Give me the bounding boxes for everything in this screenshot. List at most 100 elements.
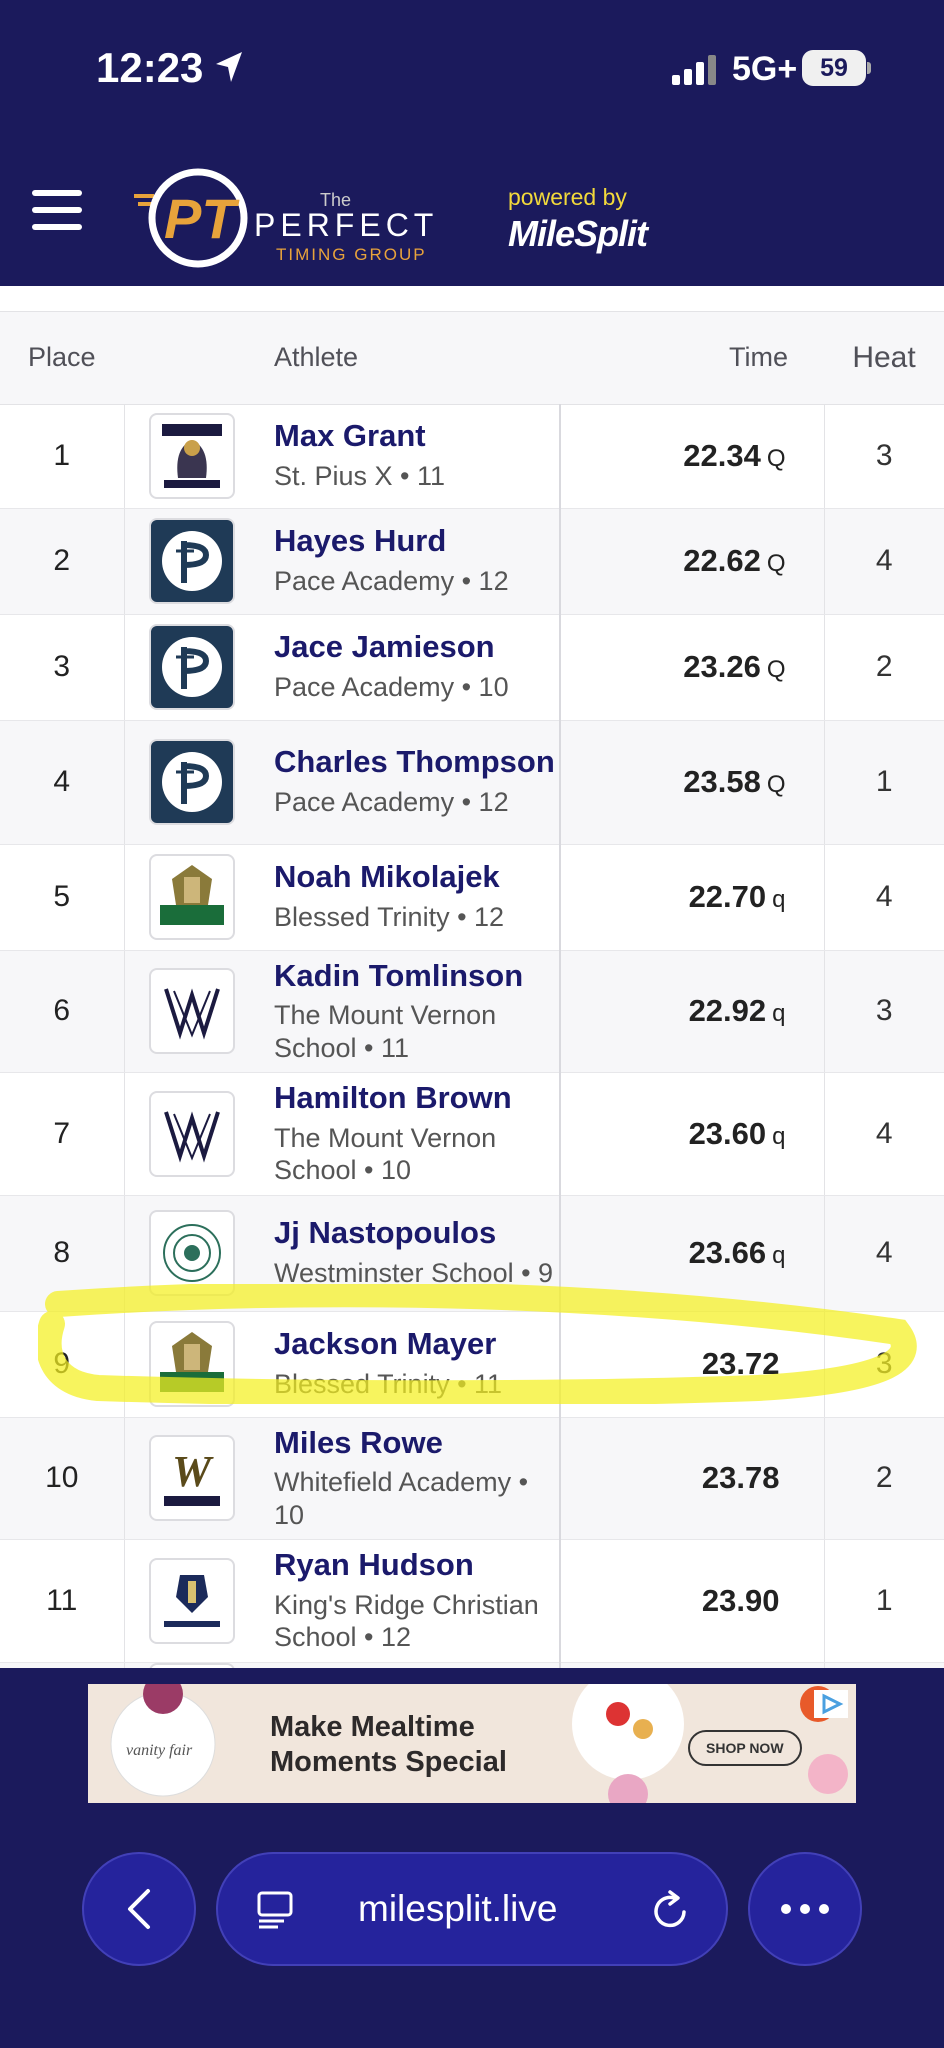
athlete-cell: Jj Nastopoulos Westminster School • 9 bbox=[270, 1195, 560, 1312]
result-row[interactable]: 8 Jj Nastopoulos Westminster School • 9 23.… bbox=[0, 1195, 944, 1312]
athlete-cell: Kadin Tomlinson The Mount Vernon School •… bbox=[270, 950, 560, 1073]
athlete-name-link[interactable]: Ryan Hudson bbox=[274, 1547, 555, 1583]
heat-cell: 4 bbox=[823, 1195, 944, 1312]
athlete-name-link[interactable]: Kadin Tomlinson bbox=[274, 958, 555, 994]
more-dots-icon bbox=[781, 1904, 829, 1914]
team-logo-cell bbox=[124, 404, 270, 509]
result-row[interactable]: 7 Hamilton Brown The Mount Vernon School •… bbox=[0, 1072, 944, 1196]
more-options-button[interactable] bbox=[748, 1852, 862, 1966]
time-cell: 23.66 q bbox=[559, 1195, 824, 1312]
athlete-name-link[interactable]: Miles Rowe bbox=[274, 1425, 555, 1461]
blessed-trinity-logo bbox=[148, 854, 235, 940]
athlete-cell: Ryan Hudson King's Ridge Christian School… bbox=[270, 1539, 560, 1663]
result-row[interactable]: 9 Jackson Mayer Blessed Trinity • 11 23.72 3 bbox=[0, 1311, 944, 1418]
ad-choices-icon[interactable] bbox=[814, 1690, 848, 1718]
reload-icon[interactable] bbox=[650, 1888, 692, 1932]
col-header-time[interactable]: Time bbox=[560, 312, 824, 405]
team-logo-cell bbox=[124, 614, 270, 721]
athlete-school: The Mount Vernon School • 11 bbox=[274, 1000, 497, 1063]
tabs-icon[interactable] bbox=[256, 1890, 296, 1930]
kings-ridge-logo bbox=[148, 1557, 235, 1644]
chevron-left-icon bbox=[128, 1889, 150, 1929]
mount-vernon-logo bbox=[148, 1090, 235, 1177]
place-cell: 5 bbox=[0, 844, 125, 951]
athlete-name-link[interactable]: Jj Nastopoulos bbox=[274, 1216, 555, 1251]
ad-headline: Make Mealtime Moments Special bbox=[270, 1710, 507, 1780]
athlete-school: Pace Academy • 12 bbox=[274, 566, 509, 597]
result-row[interactable]: 4 Charles Thompson Pace Academy • 12 23.58 Q… bbox=[0, 720, 944, 845]
whitefield-logo: W bbox=[148, 1435, 235, 1522]
athlete-name-link[interactable]: Charles Thompson bbox=[274, 745, 555, 780]
generic-logo bbox=[148, 1662, 235, 1668]
place-cell: 3 bbox=[0, 614, 125, 721]
time-cell: 23.60 q bbox=[559, 1072, 824, 1196]
team-logo-cell bbox=[124, 508, 270, 615]
ad-headline-line2: Moments Special bbox=[270, 1745, 507, 1778]
shop-now-button[interactable]: SHOP NOW bbox=[688, 1730, 802, 1766]
athlete-name-link[interactable]: Jackson Mayer bbox=[274, 1327, 555, 1362]
athlete-name-link[interactable]: Hamilton Brown bbox=[274, 1080, 555, 1116]
back-button[interactable] bbox=[82, 1852, 196, 1966]
powered-by[interactable]: powered by MileSplit bbox=[508, 184, 648, 255]
col-header-place[interactable]: Place bbox=[0, 312, 124, 405]
athlete-school: Blessed Trinity • 12 bbox=[274, 902, 505, 933]
time-cell: 22.34 Q bbox=[559, 404, 824, 509]
westminster-logo bbox=[148, 1210, 235, 1296]
time-value: 23.78 bbox=[701, 1460, 780, 1496]
time-value: 22.62 bbox=[683, 543, 761, 578]
address-bar[interactable]: milesplit.live bbox=[216, 1852, 728, 1966]
athlete-school: Westminster School • 9 bbox=[274, 1258, 554, 1289]
ad-banner[interactable]: vanity fair Make Mealtime Moments Specia… bbox=[88, 1684, 856, 1803]
pace-academy-logo bbox=[148, 624, 235, 710]
battery-icon: 59 bbox=[802, 50, 866, 86]
hamburger-menu-icon[interactable] bbox=[32, 190, 82, 230]
team-logo-cell bbox=[124, 1072, 270, 1196]
col-header-athlete[interactable]: Athlete bbox=[270, 312, 560, 405]
athlete-name-link[interactable]: Jace Jamieson bbox=[274, 630, 555, 665]
athlete-school: Pace Academy • 12 bbox=[274, 787, 509, 818]
col-header-heat[interactable]: Heat bbox=[824, 312, 944, 405]
result-row[interactable]: 11 Ryan Hudson King's Ridge Christian Scho… bbox=[0, 1539, 944, 1663]
result-row[interactable]: Benji Berry bbox=[0, 1662, 944, 1668]
athlete-school: Blessed Trinity • 11 bbox=[274, 1369, 503, 1400]
place-cell: 8 bbox=[0, 1195, 125, 1312]
battery-cap bbox=[867, 62, 871, 74]
team-logo-cell bbox=[124, 1195, 270, 1312]
result-row[interactable]: 5 Noah Mikolajek Blessed Trinity • 12 22.70… bbox=[0, 844, 944, 951]
time-value: 23.26 bbox=[683, 649, 761, 684]
time-value: 23.66 bbox=[688, 1235, 767, 1270]
time-cell: 22.70 q bbox=[559, 844, 824, 951]
location-arrow-icon bbox=[216, 52, 242, 82]
ad-brand: vanity fair bbox=[126, 1742, 193, 1759]
time-value: 22.92 bbox=[688, 993, 767, 1029]
result-row[interactable]: 3 Jace Jamieson Pace Academy • 10 23.26 Q 2 bbox=[0, 614, 944, 721]
athlete-cell: Jackson Mayer Blessed Trinity • 11 bbox=[270, 1311, 560, 1418]
qualifier-mark: q bbox=[772, 1000, 786, 1028]
athlete-name-link[interactable]: Max Grant bbox=[274, 419, 555, 454]
athlete-name-link[interactable]: Noah Mikolajek bbox=[274, 860, 555, 895]
place-cell: 4 bbox=[0, 720, 125, 845]
result-row[interactable]: 2 Hayes Hurd Pace Academy • 12 22.62 Q 4 bbox=[0, 508, 944, 615]
time-value: 23.60 bbox=[688, 1115, 767, 1151]
time-cell: 23.72 bbox=[559, 1311, 824, 1418]
time-cell bbox=[559, 1662, 824, 1668]
place-cell: 6 bbox=[0, 950, 125, 1073]
perfect-timing-logo[interactable]: PT The PERFECT TIMING GROUP bbox=[134, 164, 474, 274]
heat-cell: 1 bbox=[823, 720, 944, 845]
athlete-name-link[interactable]: Hayes Hurd bbox=[274, 524, 555, 559]
athlete-cell: Jace Jamieson Pace Academy • 10 bbox=[270, 614, 560, 721]
qualifier-mark: q bbox=[772, 1242, 786, 1269]
svg-text:TIMING GROUP: TIMING GROUP bbox=[276, 245, 427, 264]
mount-vernon-logo bbox=[148, 968, 235, 1055]
ad-food-image bbox=[572, 1684, 684, 1803]
result-row[interactable]: 1 Max Grant St. Pius X • 11 22.34 Q 3 bbox=[0, 404, 944, 509]
result-row[interactable]: 10 W Miles Rowe Whitefield Academy • 10 23.7… bbox=[0, 1417, 944, 1540]
pace-academy-logo bbox=[148, 739, 235, 825]
status-bar: 12:23 5G+ 59 bbox=[0, 0, 944, 140]
athlete-cell: Hamilton Brown The Mount Vernon School • … bbox=[270, 1072, 560, 1196]
place-cell: 2 bbox=[0, 508, 125, 615]
team-logo-cell bbox=[124, 720, 270, 845]
heat-cell: 3 bbox=[823, 1311, 944, 1418]
url-text[interactable]: milesplit.live bbox=[358, 1888, 557, 1930]
result-row[interactable]: 6 Kadin Tomlinson The Mount Vernon School … bbox=[0, 950, 944, 1073]
